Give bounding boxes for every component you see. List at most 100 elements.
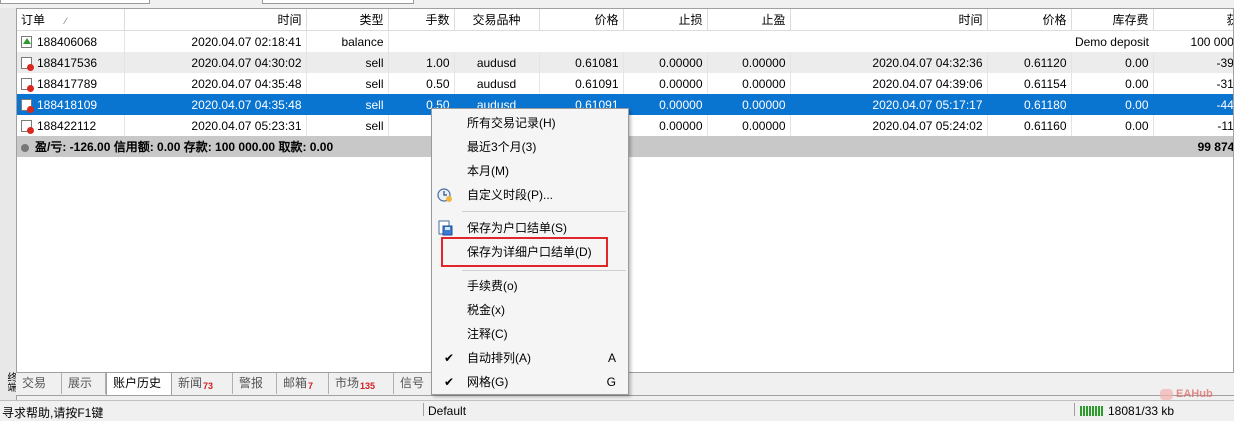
tp: 0.00000: [707, 94, 791, 115]
order-number: 188406068: [37, 34, 98, 49]
close-time: 2020.04.07 05:17:17: [790, 94, 988, 115]
tab-signals[interactable]: 信号: [394, 373, 434, 394]
tp: 0.00000: [707, 115, 791, 136]
menu-item-comments[interactable]: 注释(C): [432, 323, 628, 345]
tab-mailbox[interactable]: 邮箱7: [277, 373, 329, 394]
swap: 0.00: [1071, 52, 1154, 73]
open-time: 2020.04.07 04:35:48: [124, 94, 307, 115]
connection-icon: [1080, 405, 1104, 419]
save-report-icon: [438, 220, 453, 236]
col-type[interactable]: 类型: [306, 9, 389, 31]
menu-item-last-3-months[interactable]: 最近3个月(3): [432, 136, 628, 158]
tab-news[interactable]: 新闻73: [172, 373, 233, 394]
close-price: 0.61180: [987, 94, 1072, 115]
profit: -31.50: [1153, 73, 1233, 94]
checkmark-icon: ✔: [444, 351, 455, 365]
col-swap[interactable]: 库存费: [1071, 9, 1154, 31]
menu-item-commission[interactable]: 手续费(o): [432, 275, 628, 297]
menu-item-this-month[interactable]: 本月(M): [432, 160, 628, 182]
mailbox-badge: 7: [308, 381, 314, 391]
close-time: 2020.04.07 04:32:36: [790, 52, 988, 73]
sell-order-icon: [21, 57, 34, 72]
status-divider: [1074, 403, 1075, 416]
summary-text: 盈/亏: -126.00 信用额: 0.00 存款: 100 000.00 取款…: [35, 140, 334, 154]
table-row[interactable]: 188406068 2020.04.07 02:18:41 balance De…: [17, 30, 1233, 52]
watermark-logo: EAHub: [1160, 388, 1213, 400]
menu-item-save-report[interactable]: 保存为户口结单(S): [432, 217, 628, 239]
table-row[interactable]: 188417536 2020.04.07 04:30:02 sell 1.00 …: [17, 52, 1233, 73]
open-time: 2020.04.07 05:23:31: [124, 115, 307, 136]
open-time: 2020.04.07 02:18:41: [124, 30, 307, 52]
close-time: 2020.04.07 04:39:06: [790, 73, 988, 94]
order-number: 188417536: [37, 55, 98, 70]
lots: 0.50: [388, 73, 455, 94]
tab-alerts[interactable]: 警报: [233, 373, 277, 394]
table-row[interactable]: 188417789 2020.04.07 04:35:48 sell 0.50 …: [17, 73, 1233, 94]
type: sell: [306, 115, 389, 136]
sell-order-icon: [21, 78, 34, 93]
swap: 0.00: [1071, 115, 1154, 136]
terminal-side-tab[interactable]: 终端: [0, 8, 17, 400]
col-symbol[interactable]: 交易品种: [454, 9, 540, 31]
status-traffic: 18081/33 kb: [1108, 404, 1175, 418]
header-row: 订单⁄ 时间 类型 手数 交易品种 价格 止损 止盈 时间 价格 库存费 获利: [17, 9, 1233, 31]
order-number: 188418109: [37, 97, 98, 112]
symbol: audusd: [454, 52, 540, 73]
open-time: 2020.04.07 04:35:48: [124, 73, 307, 94]
sl: 0.00000: [623, 52, 708, 73]
close-price: 0.61154: [987, 73, 1072, 94]
tab-trade[interactable]: 交易: [16, 373, 62, 394]
market-badge: 135: [360, 381, 376, 391]
col-lots[interactable]: 手数: [388, 9, 455, 31]
sl: 0.00000: [623, 115, 708, 136]
menu-item-all-history[interactable]: 所有交易记录(H): [432, 112, 628, 134]
menu-item-auto-arrange[interactable]: ✔ 自动排列(A) A: [432, 347, 628, 369]
order-number: 188422112: [37, 118, 97, 133]
sort-icon: ⁄: [65, 16, 67, 26]
tp: 0.00000: [707, 52, 791, 73]
col-profit[interactable]: 获利: [1153, 9, 1233, 31]
menu-separator: [462, 270, 626, 271]
close-time: 2020.04.07 05:24:02: [790, 115, 988, 136]
profit: 100 000.00: [1153, 30, 1233, 52]
menu-item-taxes[interactable]: 税金(x): [432, 299, 628, 321]
checkmark-icon: ✔: [444, 375, 455, 389]
col-tp[interactable]: 止盈: [707, 9, 791, 31]
col-open-time[interactable]: 时间: [124, 9, 307, 31]
tab-market[interactable]: 市场135: [329, 373, 394, 394]
order-number: 188417789: [37, 76, 98, 91]
col-price[interactable]: 价格: [539, 9, 624, 31]
sl: 0.00000: [623, 73, 708, 94]
eahub-logo-icon: [1160, 388, 1173, 400]
status-divider: [423, 403, 424, 416]
comment: Demo deposit: [1074, 34, 1149, 49]
price: 0.61081: [539, 52, 624, 73]
deposit-icon: [21, 36, 32, 49]
tab-account-history[interactable]: 账户历史: [106, 373, 172, 396]
menu-item-custom-period[interactable]: 自定义时段(P)...: [432, 184, 628, 206]
type: sell: [306, 73, 389, 94]
col-sl[interactable]: 止损: [623, 9, 708, 31]
status-profile: Default: [428, 404, 467, 418]
status-help: 寻求帮助,请按F1键: [2, 406, 104, 420]
menu-item-grid[interactable]: ✔ 网格(G) G: [432, 371, 628, 393]
news-badge: 73: [203, 381, 214, 391]
type: sell: [306, 52, 389, 73]
sell-order-icon: [21, 120, 34, 135]
swap: 0.00: [1071, 94, 1154, 115]
terminal-side-label: 终端: [5, 372, 16, 392]
close-price: 0.61120: [987, 52, 1072, 73]
price: 0.61091: [539, 73, 624, 94]
top-control-left: [0, 0, 150, 4]
sell-order-icon: [21, 99, 34, 114]
highlight-box: [441, 237, 608, 267]
col-close-price[interactable]: 价格: [987, 9, 1072, 31]
col-close-time[interactable]: 时间: [790, 9, 988, 31]
tp: 0.00000: [707, 73, 791, 94]
close-price: 0.61160: [987, 115, 1072, 136]
profit: -39.00: [1153, 52, 1233, 73]
col-order[interactable]: 订单 ⁄: [17, 9, 125, 31]
open-time: 2020.04.07 04:30:02: [124, 52, 307, 73]
tab-exposure[interactable]: 展示: [62, 373, 106, 394]
top-control-right: [262, 0, 414, 4]
